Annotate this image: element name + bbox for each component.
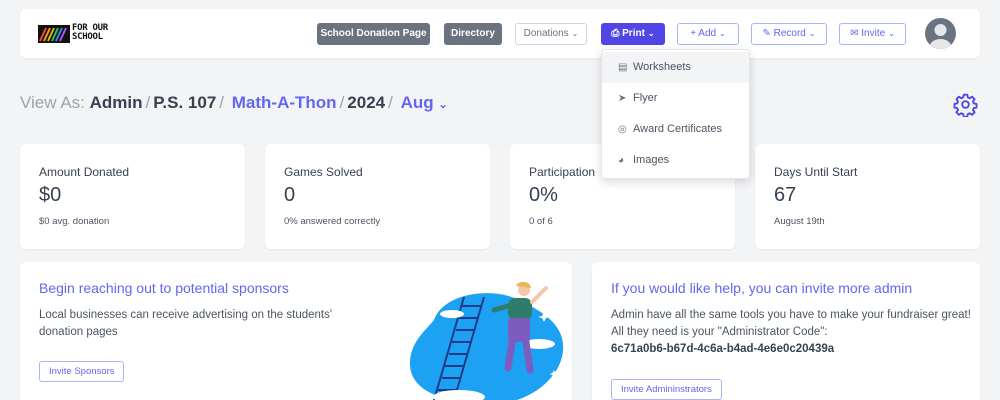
donations-dropdown-button[interactable]: Donations ⌄ [515, 23, 587, 45]
print-dropdown-button[interactable]: ⎙ Print ⌄ [601, 23, 665, 45]
pencil-icon: ✎ [762, 28, 771, 39]
invite-admin-card: If you would like help, you can invite m… [592, 262, 980, 400]
month-label: Aug [400, 93, 434, 112]
administrator-code: 6c71a0b6-b67d-4c6a-b4ad-4e6e0c20439a [611, 343, 835, 355]
chevron-down-icon: ⌄ [438, 99, 448, 111]
month-selector[interactable]: Aug ⌄ [401, 93, 448, 112]
document-icon: ▤ [618, 62, 628, 73]
stat-subtext: $0 avg. donation [39, 216, 110, 227]
menu-item-flyer[interactable]: ➤ Flyer [602, 83, 749, 114]
logo-text: FOR OUR SCHOOL [72, 24, 108, 42]
school-donation-page-button[interactable]: School Donation Page [317, 23, 430, 45]
invite-label: Invite [861, 28, 886, 39]
chevron-down-icon: ⌄ [719, 29, 726, 38]
view-as-breadcrumb: View As: Admin / P.S. 107/ Math-A-Thon/202… [20, 93, 448, 113]
menu-item-images[interactable]: ◕ Images [602, 145, 749, 176]
chevron-down-icon: ⌄ [647, 29, 655, 38]
stat-label: Games Solved [284, 165, 363, 179]
sponsors-card: Begin reaching out to potential sponsors… [20, 262, 572, 400]
top-navbar: FOR OUR SCHOOL School Donation Page Dire… [20, 9, 980, 58]
view-as-event-link[interactable]: Math-A-Thon [232, 93, 337, 112]
logo-text-line2: SCHOOL [72, 32, 103, 42]
stat-label: Days Until Start [774, 165, 858, 179]
sponsors-card-title: Begin reaching out to potential sponsors [39, 280, 289, 296]
stat-value: 67 [774, 184, 797, 206]
paper-plane-icon: ➤ [618, 93, 627, 104]
stat-subtext: August 19th [774, 216, 825, 227]
stat-label: Amount Donated [39, 165, 130, 179]
directory-button[interactable]: Directory [444, 23, 502, 45]
stat-value: 0 [284, 184, 296, 206]
breadcrumb-separator: / [388, 93, 393, 112]
invite-dropdown-button[interactable]: ✉ Invite ⌄ [839, 23, 906, 45]
settings-gear-icon[interactable] [953, 92, 978, 117]
menu-item-label: Worksheets [633, 61, 691, 73]
menu-item-worksheets[interactable]: ▤ Worksheets [602, 52, 749, 83]
chevron-down-icon: ⌄ [888, 29, 895, 38]
chevron-down-icon: ⌄ [808, 29, 816, 38]
palette-icon: ◕ [618, 155, 625, 166]
chevron-down-icon: ⌄ [571, 29, 579, 38]
donations-label: Donations [523, 28, 569, 39]
rainbow-logo-icon [38, 25, 70, 43]
admin-card-description: Admin have all the same tools you have t… [611, 309, 971, 338]
print-label: Print [622, 28, 645, 39]
add-label: Add [698, 28, 717, 39]
view-as-school: P.S. 107 [153, 93, 217, 112]
printer-icon: ⎙ [611, 28, 620, 39]
menu-item-label: Images [633, 154, 670, 166]
view-as-year: 2024 [347, 93, 386, 112]
add-dropdown-button[interactable]: + Add ⌄ [677, 23, 739, 45]
sponsors-card-text: Local businesses can receive advertising… [39, 309, 333, 338]
plus-icon: + [690, 28, 697, 39]
for-our-school-logo[interactable]: FOR OUR SCHOOL [38, 23, 128, 45]
view-as-role: Admin [89, 93, 143, 112]
stat-subtext: 0% answered correctly [284, 216, 381, 227]
stat-card-games-solved: Games Solved 0 0% answered correctly [265, 144, 490, 249]
stat-label: Participation [529, 165, 596, 179]
invite-sponsors-button[interactable]: Invite Sponsors [39, 361, 125, 382]
stat-value: 0% [529, 184, 558, 206]
medal-icon: ◎ [618, 124, 627, 135]
print-dropdown-menu: ▤ Worksheets ➤ Flyer ◎ Award Certificates ◕… [601, 49, 750, 179]
user-avatar[interactable] [925, 18, 956, 49]
stat-card-amount-donated: Amount Donated $0 $0 avg. donation [20, 144, 245, 249]
view-as-label: View As: [20, 93, 85, 112]
envelope-icon: ✉ [850, 28, 859, 39]
record-dropdown-button[interactable]: ✎ Record ⌄ [751, 23, 827, 45]
invite-admin-card-text: Admin have all the same tools you have t… [611, 307, 971, 358]
record-label: Record [773, 28, 806, 39]
ladder-climber-illustration [409, 282, 564, 400]
invite-admin-card-title: If you would like help, you can invite m… [611, 280, 913, 296]
breadcrumb-separator: / [219, 93, 225, 112]
menu-item-label: Award Certificates [633, 123, 723, 135]
stat-value: $0 [39, 184, 62, 206]
breadcrumb-separator: / [145, 93, 151, 112]
user-silhouette-icon [929, 24, 952, 49]
stat-card-days-until-start: Days Until Start 67 August 19th [755, 144, 980, 249]
menu-item-award-certificates[interactable]: ◎ Award Certificates [602, 114, 749, 145]
invite-administrators-button[interactable]: Invite Admininstrators [611, 379, 722, 400]
menu-item-label: Flyer [633, 92, 658, 104]
stat-subtext: 0 of 6 [529, 216, 553, 227]
breadcrumb-separator: / [339, 93, 345, 112]
